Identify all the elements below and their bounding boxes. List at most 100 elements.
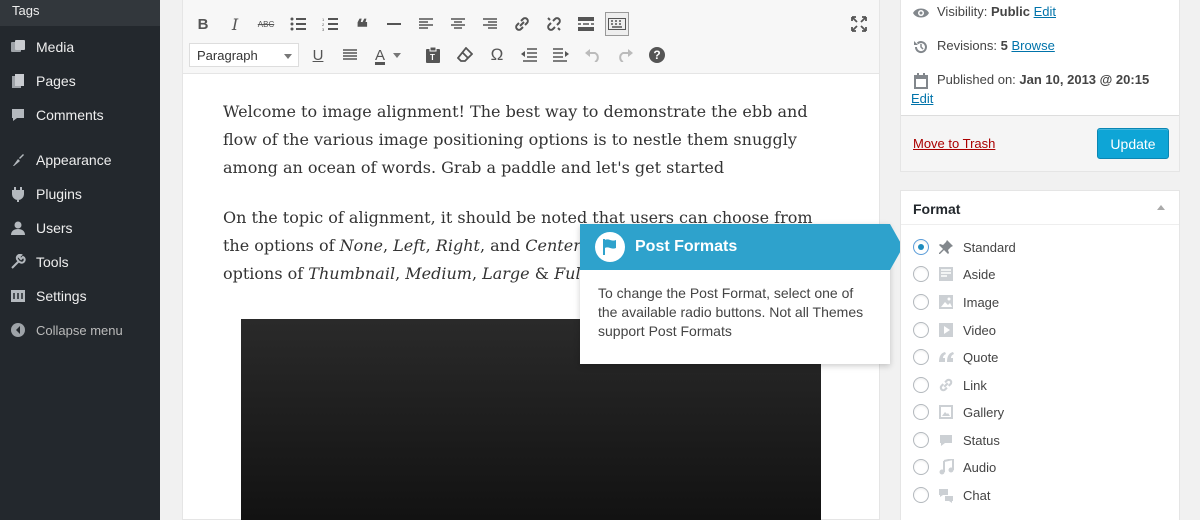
- indent-icon[interactable]: [549, 43, 573, 67]
- format-box-header[interactable]: Format: [901, 191, 1179, 225]
- fullscreen-icon[interactable]: [847, 12, 871, 36]
- published-edit-link[interactable]: Edit: [911, 91, 933, 106]
- format-option-quote[interactable]: Quote: [913, 347, 998, 367]
- text-run: ,: [425, 236, 436, 255]
- collapse-menu-button[interactable]: Collapse menu: [0, 313, 160, 347]
- chevron-down-icon: [284, 54, 292, 59]
- text-run: Left: [393, 236, 426, 255]
- audio-icon: [937, 458, 955, 476]
- video-icon: [937, 321, 955, 339]
- redo-icon[interactable]: [613, 43, 637, 67]
- format-option-label: Gallery: [963, 404, 1005, 420]
- tools-icon: [10, 254, 26, 270]
- unlink-icon[interactable]: [542, 12, 566, 36]
- sidebar-item-appearance[interactable]: Appearance: [0, 143, 160, 177]
- sidebar-item-media[interactable]: Media: [0, 30, 160, 64]
- undo-icon[interactable]: [581, 43, 605, 67]
- sidebar-item-comments[interactable]: Comments: [0, 98, 160, 132]
- format-option-label: Quote: [963, 349, 999, 365]
- sidebar-item-pages[interactable]: Pages: [0, 64, 160, 98]
- eye-icon: [911, 4, 931, 22]
- format-option-gallery[interactable]: Gallery: [913, 402, 1004, 422]
- horizontal-line-icon[interactable]: [382, 12, 406, 36]
- underline-icon[interactable]: U: [306, 43, 330, 67]
- format-option-label: Link: [963, 377, 987, 393]
- move-to-trash-link[interactable]: Move to Trash: [913, 136, 995, 151]
- sidebar-item-label: Media: [36, 39, 75, 55]
- text-color-icon[interactable]: A: [370, 43, 406, 67]
- text-run: Right: [435, 236, 480, 255]
- format-option-standard[interactable]: Standard: [913, 237, 1016, 257]
- format-option-label: Chat: [963, 487, 991, 503]
- radio-link[interactable]: [913, 377, 929, 393]
- read-more-icon[interactable]: [574, 12, 598, 36]
- radio-video[interactable]: [913, 322, 929, 338]
- sidebar-item-label: Pages: [36, 73, 76, 89]
- sidebar-item-tags[interactable]: Tags: [0, 0, 160, 26]
- radio-gallery[interactable]: [913, 404, 929, 420]
- link-icon[interactable]: [510, 12, 534, 36]
- radio-chat[interactable]: [913, 487, 929, 503]
- format-box: Format Standard Aside Image Video Quote …: [900, 190, 1180, 520]
- special-character-icon[interactable]: Ω: [485, 43, 509, 67]
- publish-box: Visibility: Public Edit Revisions: 5 Bro…: [900, 0, 1180, 172]
- clear-formatting-icon[interactable]: [453, 43, 477, 67]
- blockquote-icon[interactable]: ❝: [350, 12, 374, 40]
- sidebar-item-label: Comments: [36, 107, 104, 123]
- post-formats-pointer: Post Formats To change the Post Format, …: [580, 224, 903, 364]
- sidebar-item-settings[interactable]: Settings: [0, 279, 160, 313]
- aside-icon: [937, 265, 955, 283]
- bold-icon[interactable]: B: [191, 12, 215, 36]
- text-run: Medium: [405, 264, 472, 283]
- svg-text:T: T: [430, 53, 435, 62]
- paste-text-icon[interactable]: T: [421, 43, 445, 67]
- format-option-video[interactable]: Video: [913, 320, 996, 340]
- radio-status[interactable]: [913, 432, 929, 448]
- align-left-icon[interactable]: [414, 12, 438, 36]
- radio-image[interactable]: [913, 294, 929, 310]
- text-run: Large: [482, 264, 530, 283]
- strikethrough-icon[interactable]: ABC: [254, 12, 278, 36]
- sidebar-item-tools[interactable]: Tools: [0, 245, 160, 279]
- outdent-icon[interactable]: [517, 43, 541, 67]
- sidebar-item-plugins[interactable]: Plugins: [0, 177, 160, 211]
- numbered-list-icon[interactable]: 123: [318, 12, 342, 36]
- settings-icon: [10, 288, 26, 304]
- format-option-audio[interactable]: Audio: [913, 457, 996, 477]
- help-icon[interactable]: ?: [645, 43, 669, 67]
- format-select[interactable]: Paragraph: [189, 43, 299, 67]
- publish-actions: Move to Trash Update: [901, 115, 1179, 171]
- collapse-menu-label: Collapse menu: [36, 322, 123, 338]
- update-button[interactable]: Update: [1097, 128, 1169, 159]
- sidebar-item-users[interactable]: Users: [0, 211, 160, 245]
- align-right-icon[interactable]: [478, 12, 502, 36]
- chevron-up-icon[interactable]: [1157, 205, 1165, 210]
- quote-icon: [937, 348, 955, 366]
- toolbar-toggle-icon[interactable]: [605, 12, 629, 36]
- appearance-icon: [10, 152, 26, 168]
- bullet-list-icon[interactable]: [286, 12, 310, 36]
- align-center-icon[interactable]: [446, 12, 470, 36]
- browse-revisions-link[interactable]: Browse: [1011, 38, 1054, 53]
- italic-icon[interactable]: I: [223, 12, 247, 36]
- format-option-chat[interactable]: Chat: [913, 485, 990, 505]
- justify-icon[interactable]: [338, 43, 362, 67]
- sidebar-item-label: Plugins: [36, 186, 82, 202]
- published-row: Published on: Jan 10, 2013 @ 20:15 Edit: [911, 72, 1149, 106]
- radio-aside[interactable]: [913, 266, 929, 282]
- format-option-aside[interactable]: Aside: [913, 264, 996, 284]
- format-option-status[interactable]: Status: [913, 430, 1000, 450]
- format-option-image[interactable]: Image: [913, 292, 999, 312]
- format-option-link[interactable]: Link: [913, 375, 987, 395]
- text-run: ,: [383, 236, 394, 255]
- image-icon: [937, 293, 955, 311]
- radio-quote[interactable]: [913, 349, 929, 365]
- text-run: Center: [525, 236, 581, 255]
- format-select-value: Paragraph: [197, 48, 258, 63]
- admin-sidebar: Tags Media Pages Comments Appearance Plu…: [0, 0, 160, 520]
- radio-audio[interactable]: [913, 459, 929, 475]
- visibility-edit-link[interactable]: Edit: [1034, 4, 1056, 19]
- sidebar-item-label: Users: [36, 220, 73, 236]
- collapse-arrow-icon: [10, 322, 26, 338]
- radio-standard[interactable]: [913, 239, 929, 255]
